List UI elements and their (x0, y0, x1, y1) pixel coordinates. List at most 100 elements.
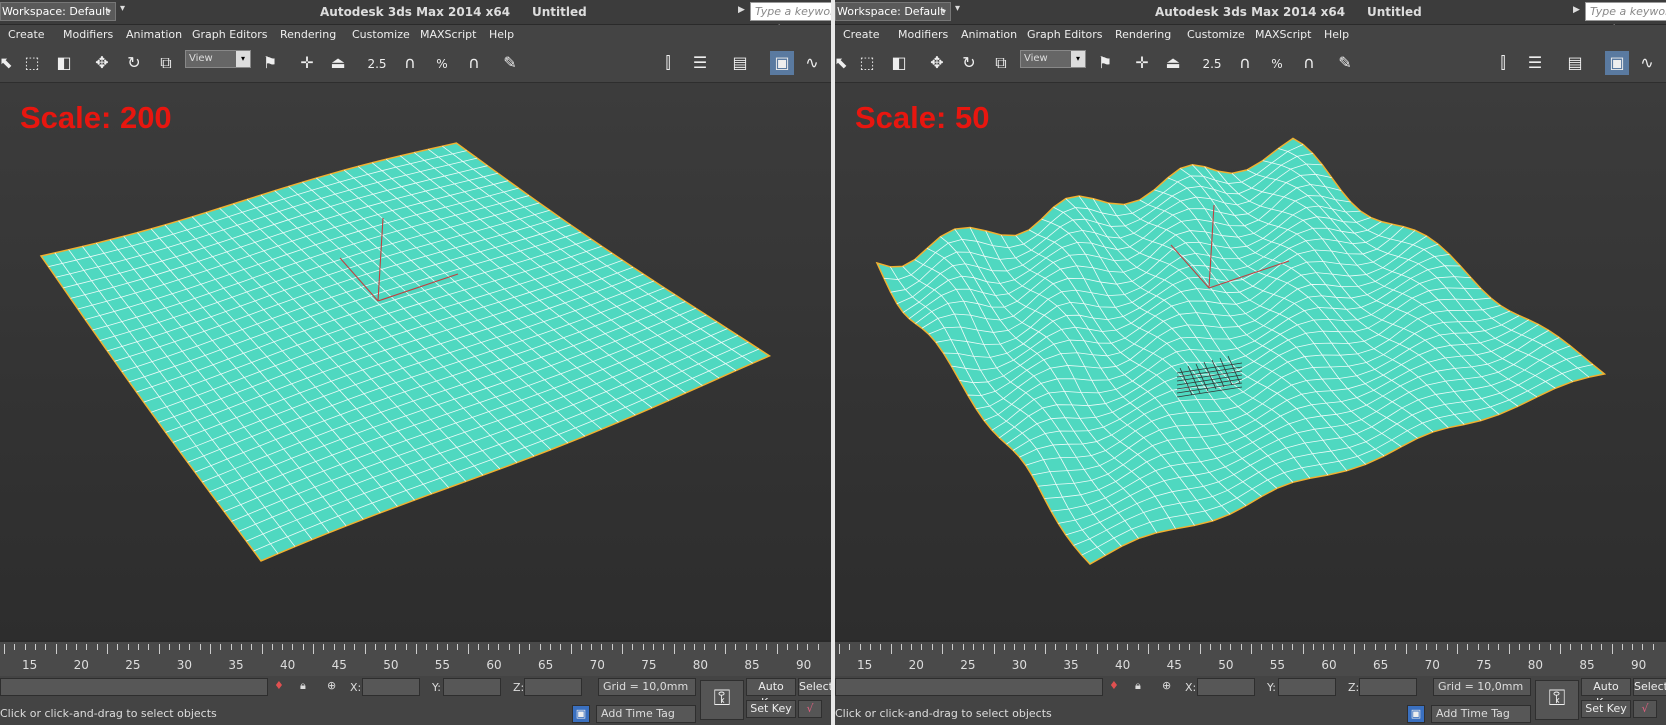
menu-item-customize[interactable]: Customize (352, 28, 410, 41)
spinner-snap-icon[interactable]: ∩ (462, 51, 486, 75)
menu-item-maxscript[interactable]: MAXScript (1255, 28, 1311, 41)
menu-item-customize[interactable]: Customize (1187, 28, 1245, 41)
move-icon[interactable]: ✥ (925, 51, 949, 75)
search-input[interactable]: Type a keyword or phrase (1585, 2, 1666, 35)
menu-item-help[interactable]: Help (489, 28, 514, 41)
auto-key-button[interactable]: Auto Key (746, 678, 796, 709)
snap-toggle-icon[interactable]: ∩ (398, 51, 422, 75)
y-coordinate-field[interactable] (443, 678, 501, 696)
window-crossing-icon[interactable]: ◧ (52, 51, 76, 75)
reference-coordinate-select[interactable]: View ▾ (1020, 50, 1086, 68)
y-coordinate-field[interactable] (1278, 678, 1336, 696)
scale-icon[interactable]: ⧉ (154, 51, 178, 75)
scene-explorer-icon[interactable]: ▣ (1605, 51, 1629, 75)
window-crossing-icon[interactable]: ◧ (887, 51, 911, 75)
mirror-icon[interactable]: ⫿ (656, 51, 680, 75)
menu-item-graph-editors[interactable]: Graph Editors (192, 28, 268, 41)
selected-dropdown[interactable]: Selecte (798, 678, 831, 696)
pivot-icon[interactable]: ⚑ (1093, 51, 1117, 75)
infocenter-arrow-icon[interactable]: ▶ (1573, 5, 1580, 15)
curve-editor-icon[interactable]: ∿ (1635, 51, 1659, 75)
z-coordinate-field[interactable] (1359, 678, 1417, 696)
curve-editor-icon[interactable]: ∿ (800, 51, 824, 75)
isolate-icon[interactable]: ♦ (1109, 679, 1119, 692)
absolute-mode-icon[interactable]: ⊕ (327, 679, 336, 692)
add-time-tag-field[interactable]: Add Time Tag (1431, 705, 1531, 723)
menu-item-maxscript[interactable]: MAXScript (420, 28, 476, 41)
time-tag-icon[interactable]: ▣ (1407, 705, 1425, 723)
select-region-icon[interactable]: ⬚ (20, 51, 44, 75)
snap-toggle-icon[interactable]: ∩ (1233, 51, 1257, 75)
quick-access-arrow-icon[interactable]: ▾ (120, 3, 125, 14)
menu-item-create[interactable]: Create (8, 28, 45, 41)
layer-manager-icon[interactable]: ▤ (1563, 51, 1587, 75)
menu-item-animation[interactable]: Animation (961, 28, 1017, 41)
rotate-icon[interactable]: ↻ (957, 51, 981, 75)
edit-named-selection-icon[interactable]: ✎ (1333, 51, 1357, 75)
pivot-icon[interactable]: ⚑ (258, 51, 282, 75)
key-icon[interactable]: ⚿ (1535, 680, 1579, 720)
set-key-button[interactable]: Set Key (1581, 700, 1631, 718)
layer-manager-icon[interactable]: ▤ (728, 51, 752, 75)
mirror-icon[interactable]: ⫿ (1491, 51, 1515, 75)
x-coordinate-field[interactable] (362, 678, 420, 696)
app-title: Autodesk 3ds Max 2014 x64 (1155, 5, 1346, 19)
align-icon[interactable]: ☰ (1523, 51, 1547, 75)
timeline[interactable]: 15 20 25 30 35 40 45 50 55 60 65 70 75 80 85 90 (835, 640, 1666, 678)
workspace-dropdown[interactable]: Workspace: Default ▾ (0, 2, 116, 21)
auto-key-button[interactable]: Auto Key (1581, 678, 1631, 709)
z-coordinate-field[interactable] (524, 678, 582, 696)
align-icon[interactable]: ☰ (688, 51, 712, 75)
reference-coordinate-select[interactable]: View ▾ (185, 50, 251, 68)
percent-snap-icon[interactable]: % (1265, 51, 1289, 75)
selected-dropdown[interactable]: Selecte (1633, 678, 1666, 696)
edit-named-selection-icon[interactable]: ✎ (498, 51, 522, 75)
absolute-mode-icon[interactable]: ⊕ (1162, 679, 1171, 692)
key-icon[interactable]: ⚿ (700, 680, 744, 720)
lock-icon[interactable]: 🔒︎ (1135, 679, 1141, 693)
timeline[interactable]: 15 20 25 30 35 40 45 50 55 60 65 70 75 80 85 90 (0, 640, 831, 678)
percent-snap-icon[interactable]: % (430, 51, 454, 75)
menu-item-help[interactable]: Help (1324, 28, 1349, 41)
angle-snap-icon[interactable]: 2.5 (365, 51, 389, 75)
keyboard-shortcut-icon[interactable]: ⏏ (1161, 51, 1185, 75)
infocenter-arrow-icon[interactable]: ▶ (738, 5, 745, 15)
timeline-tick (1508, 644, 1510, 654)
add-time-tag-field[interactable]: Add Time Tag (596, 705, 696, 723)
maxscript-listener-field[interactable] (0, 678, 268, 696)
timeline-tick (1590, 644, 1592, 650)
x-coordinate-field[interactable] (1197, 678, 1255, 696)
keyboard-shortcut-icon[interactable]: ⏏ (326, 51, 350, 75)
select-object-icon[interactable]: ⬉ (0, 51, 18, 75)
quick-access-arrow-icon[interactable]: ▾ (955, 3, 960, 14)
select-object-icon[interactable]: ⬉ (835, 51, 853, 75)
menu-item-create[interactable]: Create (843, 28, 880, 41)
spinner-snap-icon[interactable]: ∩ (1297, 51, 1321, 75)
move-icon[interactable]: ✥ (90, 51, 114, 75)
key-filters-icon[interactable]: √ (798, 700, 822, 718)
timeline-tick-label: 55 (1269, 658, 1286, 672)
menu-item-rendering[interactable]: Rendering (280, 28, 336, 41)
scene-explorer-icon[interactable]: ▣ (770, 51, 794, 75)
scale-icon[interactable]: ⧉ (989, 51, 1013, 75)
rotate-icon[interactable]: ↻ (122, 51, 146, 75)
menu-item-modifiers[interactable]: Modifiers (898, 28, 948, 41)
menu-item-rendering[interactable]: Rendering (1115, 28, 1171, 41)
select-region-icon[interactable]: ⬚ (855, 51, 879, 75)
isolate-icon[interactable]: ♦ (274, 679, 284, 692)
timeline-tick-label: 65 (538, 658, 554, 672)
set-key-button[interactable]: Set Key (746, 700, 796, 718)
menu-item-graph-editors[interactable]: Graph Editors (1027, 28, 1103, 41)
manipulate-icon[interactable]: ✛ (1130, 51, 1154, 75)
menu-item-animation[interactable]: Animation (126, 28, 182, 41)
lock-icon[interactable]: 🔒︎ (300, 679, 306, 693)
timeline-tick (529, 644, 531, 650)
angle-snap-icon[interactable]: 2.5 (1200, 51, 1224, 75)
key-filters-icon[interactable]: √ (1633, 700, 1657, 718)
menu-item-modifiers[interactable]: Modifiers (63, 28, 113, 41)
workspace-dropdown[interactable]: Workspace: Default ▾ (835, 2, 951, 21)
time-tag-icon[interactable]: ▣ (572, 705, 590, 723)
maxscript-listener-field[interactable] (835, 678, 1103, 696)
manipulate-icon[interactable]: ✛ (295, 51, 319, 75)
search-input[interactable]: Type a keyword or phrase (750, 2, 831, 35)
